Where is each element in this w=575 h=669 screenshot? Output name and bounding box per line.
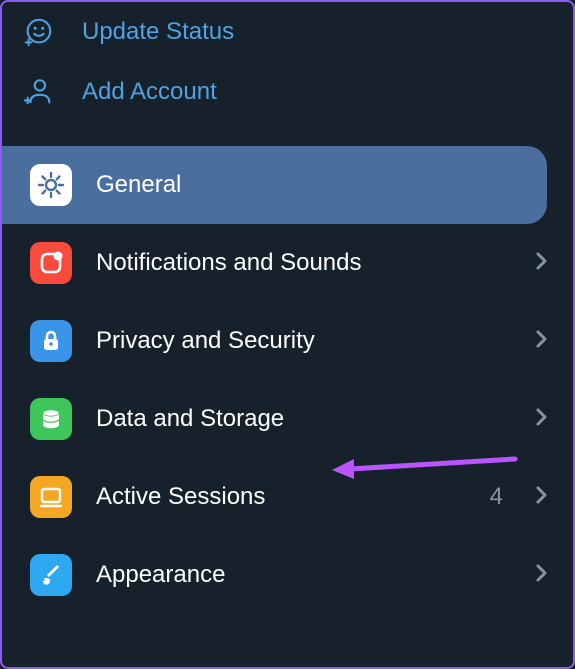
- setting-data-storage[interactable]: Data and Storage: [2, 380, 573, 458]
- setting-active-sessions[interactable]: Active Sessions 4: [2, 458, 573, 536]
- storage-icon: [30, 398, 72, 440]
- data-storage-label: Data and Storage: [96, 405, 511, 433]
- lock-icon: [30, 320, 72, 362]
- setting-privacy[interactable]: Privacy and Security: [2, 302, 573, 380]
- add-account-row[interactable]: Add Account: [2, 62, 573, 122]
- setting-general[interactable]: General: [2, 146, 547, 224]
- chevron-right-icon: [535, 251, 549, 276]
- brush-icon: [30, 554, 72, 596]
- notifications-label: Notifications and Sounds: [96, 249, 511, 277]
- update-status-row[interactable]: Update Status: [2, 2, 573, 62]
- monitor-icon: [30, 476, 72, 518]
- gear-icon: [30, 164, 72, 206]
- status-smile-icon: [22, 16, 54, 48]
- chevron-right-icon: [535, 563, 549, 588]
- add-account-icon: [22, 76, 54, 108]
- chevron-right-icon: [535, 407, 549, 432]
- active-sessions-count: 4: [490, 483, 503, 511]
- privacy-label: Privacy and Security: [96, 327, 511, 355]
- update-status-label: Update Status: [82, 18, 234, 46]
- setting-appearance[interactable]: Appearance: [2, 536, 573, 614]
- general-label: General: [96, 171, 523, 199]
- active-sessions-label: Active Sessions: [96, 483, 466, 511]
- setting-notifications[interactable]: Notifications and Sounds: [2, 224, 573, 302]
- settings-list: General Notifications and Sounds Privacy…: [2, 146, 573, 614]
- appearance-label: Appearance: [96, 561, 511, 589]
- notifications-icon: [30, 242, 72, 284]
- chevron-right-icon: [535, 329, 549, 354]
- chevron-right-icon: [535, 485, 549, 510]
- add-account-label: Add Account: [82, 78, 217, 106]
